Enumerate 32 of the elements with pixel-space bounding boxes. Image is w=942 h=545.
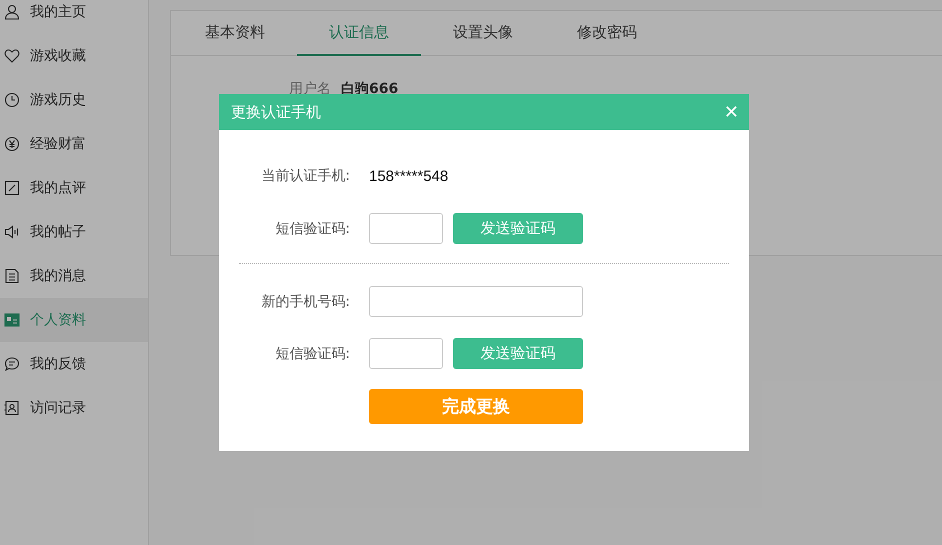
field-label: 新的手机号码:: [260, 292, 350, 310]
sidebar-item[interactable]: 我的点评: [0, 166, 148, 210]
phone-number: 158*****548: [369, 168, 448, 184]
menu-item-icon: [4, 268, 20, 284]
menu-item-icon: [4, 92, 20, 108]
field-label: 短信验证码:: [274, 344, 350, 362]
menu-item-icon: [4, 312, 20, 328]
sidebar-item[interactable]: 游戏收藏: [0, 34, 148, 78]
sidebar-item[interactable]: 我的消息: [0, 254, 148, 298]
sidebar-item[interactable]: 我的反馈: [0, 342, 148, 386]
tab[interactable]: 设置头像: [421, 11, 545, 56]
field-label: 短信验证码:: [274, 220, 350, 238]
sidebar-item[interactable]: 我的主页: [0, 0, 148, 34]
code-input-field[interactable]: [369, 338, 443, 369]
sidebar-item[interactable]: 游戏历史: [0, 78, 148, 122]
sidebar-item[interactable]: 经验财富: [0, 122, 148, 166]
menu-item-icon: [4, 356, 20, 372]
code-input-field[interactable]: [369, 213, 443, 244]
menu-item-icon: [4, 136, 20, 152]
field-label: 当前认证手机:: [260, 167, 350, 185]
menu-item-icon: [4, 180, 20, 196]
menu-item-icon: [4, 224, 20, 240]
menu-item-icon: [4, 48, 20, 64]
dialog-title: 更换认证手机: [231, 102, 321, 122]
field-label: 用户名: [289, 80, 331, 98]
menu-item-icon: [4, 4, 20, 20]
phone-input-field[interactable]: [369, 286, 583, 317]
tab[interactable]: 基本资料: [173, 11, 297, 56]
menu-item-icon: [4, 400, 20, 416]
sidebar-item[interactable]: 我的帖子: [0, 210, 148, 254]
tab[interactable]: 修改密码: [545, 11, 669, 56]
sidebar-item[interactable]: 访问记录: [0, 386, 148, 430]
